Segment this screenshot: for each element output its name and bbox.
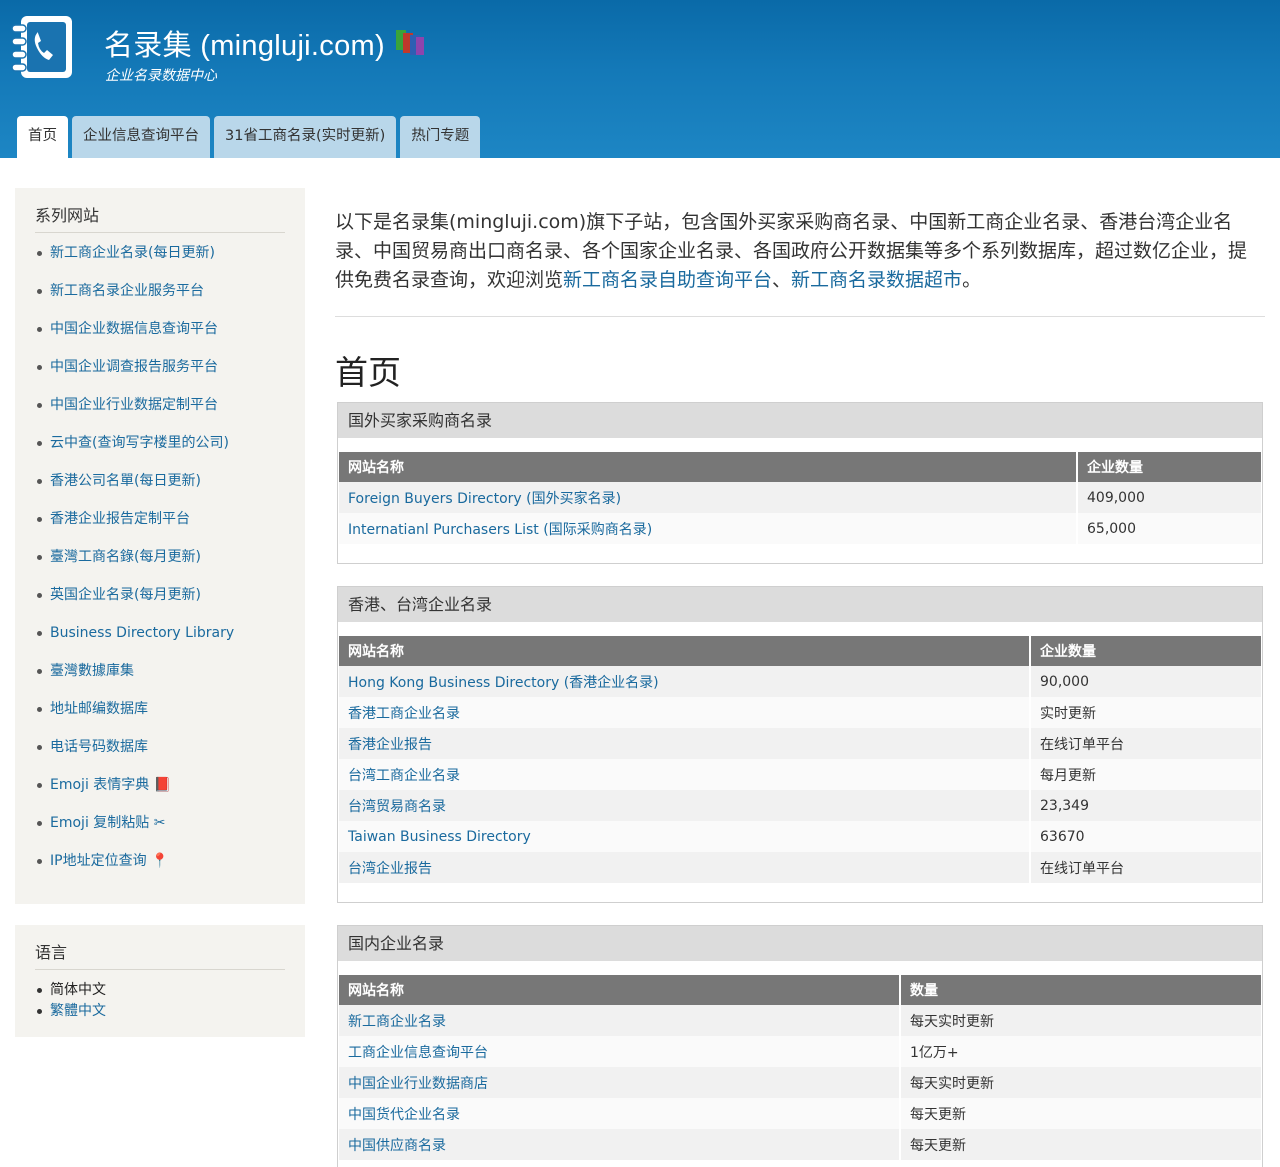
column-header-name: 网站名称 — [339, 636, 1031, 666]
sidebar-link[interactable]: 臺灣數據庫集 — [35, 652, 285, 690]
table-row: 台湾企业报告 在线订单平台 — [339, 852, 1261, 883]
sidebar-language: 语言 简体中文 繁體中文 — [15, 925, 305, 1037]
table-row: 中国企业行业数据商店 每天实时更新 — [339, 1067, 1261, 1098]
language-list: 简体中文 繁體中文 — [35, 980, 285, 1022]
panel-domestic: 国内企业名录 网站名称 数量 新工商企业名录 每天实时更新 工商企业信息查询平台 1亿… — [337, 925, 1263, 1167]
table-row: 中国货代企业名录 每天更新 — [339, 1098, 1261, 1129]
sidebar-link[interactable]: 新工商名录企业服务平台 — [35, 272, 285, 310]
site-tagline: 企业名录数据中心 — [105, 68, 217, 84]
books-icon — [396, 30, 424, 55]
sidebar-link[interactable]: 中国企业数据信息查询平台 — [35, 310, 285, 348]
language-simplified-chinese: 简体中文 — [35, 980, 285, 1001]
sidebar-link[interactable]: 电话号码数据库 — [35, 728, 285, 766]
panel-title: 国外买家采购商名录 — [338, 403, 1262, 438]
site-link[interactable]: Hong Kong Business Directory (香港企业名录) — [339, 666, 1031, 697]
site-header: 名录集 (mingluji.com) 企业名录数据中心 首页 企业信息查询平台 … — [0, 0, 1280, 158]
sidebar-series-title: 系列网站 — [35, 202, 285, 233]
sidebar-link[interactable]: 地址邮编数据库 — [35, 690, 285, 728]
count-cell: 1亿万+ — [900, 1036, 1261, 1067]
site-link[interactable]: 台湾贸易商名录 — [339, 790, 1031, 821]
panel-hk-taiwan: 香港、台湾企业名录 网站名称 企业数量 Hong Kong Business Di… — [337, 586, 1263, 903]
sidebar-link[interactable]: 香港公司名單(每日更新) — [35, 462, 285, 500]
main-nav-tabs: 首页 企业信息查询平台 31省工商名录(实时更新) 热门专题 — [17, 116, 481, 158]
sidebar-link[interactable]: 云中查(查询写字楼里的公司) — [35, 424, 285, 462]
sidebar-link[interactable]: 中国企业调查报告服务平台 — [35, 348, 285, 386]
table-row: 香港企业报告 在线订单平台 — [339, 728, 1261, 759]
sidebar-link[interactable]: 香港企业报告定制平台 — [35, 500, 285, 538]
tab-company-query[interactable]: 企业信息查询平台 — [72, 116, 210, 158]
count-cell: 65,000 — [1077, 513, 1261, 544]
language-traditional-chinese[interactable]: 繁體中文 — [35, 1001, 285, 1022]
column-header-count: 企业数量 — [1077, 452, 1261, 482]
tab-hot-topics[interactable]: 热门专题 — [400, 116, 481, 158]
sidebar-link[interactable]: Business Directory Library — [35, 614, 285, 652]
table-row: 新工商企业名录 每天实时更新 — [339, 1005, 1261, 1036]
panel-title: 国内企业名录 — [338, 926, 1262, 961]
phone-book-logo-icon[interactable] — [10, 14, 76, 80]
sidebar-link[interactable]: 臺灣工商名錄(每月更新) — [35, 538, 285, 576]
site-link[interactable]: 台湾企业报告 — [339, 852, 1031, 883]
tab-31-provinces[interactable]: 31省工商名录(实时更新) — [214, 116, 397, 158]
count-cell: 在线订单平台 — [1030, 852, 1261, 883]
table-row: 台湾工商企业名录 每月更新 — [339, 759, 1261, 790]
sidebar-link[interactable]: IP地址定位查询 📍 — [35, 842, 285, 880]
intro-separator: 、 — [772, 269, 792, 291]
page-title: 首页 — [335, 353, 401, 392]
site-link[interactable]: 工商企业信息查询平台 — [339, 1036, 901, 1067]
count-cell: 每月更新 — [1030, 759, 1261, 790]
table-row: 工商企业信息查询平台 1亿万+ — [339, 1036, 1261, 1067]
directory-table: 网站名称 数量 新工商企业名录 每天实时更新 工商企业信息查询平台 1亿万+ 中国企业… — [339, 975, 1261, 1160]
sidebar-series-sites: 系列网站 新工商企业名录(每日更新) 新工商名录企业服务平台 中国企业数据信息查… — [15, 188, 305, 904]
site-title[interactable]: 名录集 (mingluji.com) — [104, 22, 385, 64]
count-cell: 每天更新 — [900, 1129, 1261, 1160]
column-header-count: 数量 — [900, 975, 1261, 1005]
directory-table: 网站名称 企业数量 Foreign Buyers Directory (国外买家名… — [339, 452, 1261, 544]
sidebar-language-title: 语言 — [35, 939, 285, 970]
site-link[interactable]: 香港工商企业名录 — [339, 697, 1031, 728]
site-link[interactable]: Foreign Buyers Directory (国外买家名录) — [339, 482, 1078, 513]
panel-foreign-buyers: 国外买家采购商名录 网站名称 企业数量 Foreign Buyers Direct… — [337, 402, 1263, 564]
count-cell: 90,000 — [1030, 666, 1261, 697]
intro-paragraph: 以下是名录集(mingluji.com)旗下子站，包含国外买家采购商名录、中国新… — [335, 208, 1265, 295]
site-link[interactable]: 香港企业报告 — [339, 728, 1031, 759]
count-cell: 每天更新 — [900, 1098, 1261, 1129]
count-cell: 63670 — [1030, 821, 1261, 852]
sidebar-link[interactable]: 新工商企业名录(每日更新) — [35, 234, 285, 272]
count-cell: 实时更新 — [1030, 697, 1261, 728]
intro-link-self-query[interactable]: 新工商名录自助查询平台 — [563, 269, 772, 291]
count-cell: 每天实时更新 — [900, 1067, 1261, 1098]
table-row: Internatianl Purchasers List (国际采购商名录) 65… — [339, 513, 1261, 544]
column-header-name: 网站名称 — [339, 975, 901, 1005]
intro-end: 。 — [962, 269, 982, 291]
sidebar-link[interactable]: 中国企业行业数据定制平台 — [35, 386, 285, 424]
column-header-count: 企业数量 — [1030, 636, 1261, 666]
table-row: 中国供应商名录 每天更新 — [339, 1129, 1261, 1160]
series-site-list: 新工商企业名录(每日更新) 新工商名录企业服务平台 中国企业数据信息查询平台 中… — [35, 234, 285, 880]
table-row: Hong Kong Business Directory (香港企业名录) 90,… — [339, 666, 1261, 697]
divider — [335, 316, 1265, 317]
count-cell: 23,349 — [1030, 790, 1261, 821]
site-link[interactable]: 中国货代企业名录 — [339, 1098, 901, 1129]
site-link[interactable]: 台湾工商企业名录 — [339, 759, 1031, 790]
panel-title: 香港、台湾企业名录 — [338, 587, 1262, 622]
site-link[interactable]: 中国供应商名录 — [339, 1129, 901, 1160]
column-header-name: 网站名称 — [339, 452, 1078, 482]
site-link[interactable]: 中国企业行业数据商店 — [339, 1067, 901, 1098]
site-link[interactable]: Internatianl Purchasers List (国际采购商名录) — [339, 513, 1078, 544]
sidebar-link[interactable]: 英国企业名录(每月更新) — [35, 576, 285, 614]
site-link[interactable]: 新工商企业名录 — [339, 1005, 901, 1036]
sidebar-link[interactable]: Emoji 复制粘贴 ✂ — [35, 804, 285, 842]
table-row: Foreign Buyers Directory (国外买家名录) 409,000 — [339, 482, 1261, 513]
count-cell: 每天实时更新 — [900, 1005, 1261, 1036]
site-link[interactable]: Taiwan Business Directory — [339, 821, 1031, 852]
count-cell: 409,000 — [1077, 482, 1261, 513]
directory-table: 网站名称 企业数量 Hong Kong Business Directory (香… — [339, 636, 1261, 883]
table-row: Taiwan Business Directory 63670 — [339, 821, 1261, 852]
tab-home[interactable]: 首页 — [17, 116, 68, 158]
table-row: 香港工商企业名录 实时更新 — [339, 697, 1261, 728]
table-row: 台湾贸易商名录 23,349 — [339, 790, 1261, 821]
sidebar-link[interactable]: Emoji 表情字典 📕 — [35, 766, 285, 804]
count-cell: 在线订单平台 — [1030, 728, 1261, 759]
intro-link-data-market[interactable]: 新工商名录数据超市 — [791, 269, 962, 291]
